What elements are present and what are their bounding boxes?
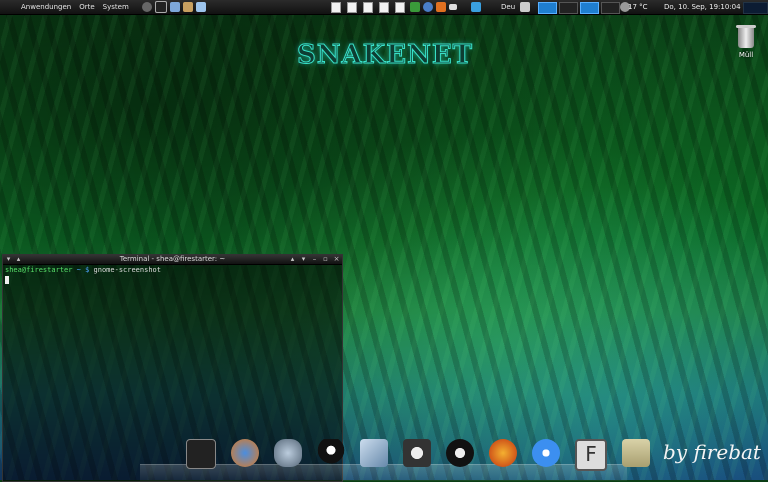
shade-icon[interactable]: ▴ [289,256,296,263]
maximize-icon[interactable]: ▫ [322,256,329,263]
network-icon[interactable] [410,2,420,12]
download-icon[interactable] [436,2,446,12]
workspace-4[interactable] [601,2,620,14]
weather-temp[interactable]: 17 °C [628,3,648,11]
trash-icon [736,25,756,48]
pidgin-icon[interactable] [274,439,302,467]
document-icon[interactable] [331,2,341,13]
folder-icon[interactable] [622,439,650,467]
keyboard-layout[interactable]: Deu [501,3,515,11]
minimize-icon[interactable]: – [311,256,318,263]
prompt-path: ~ [76,266,81,274]
printer-icon[interactable] [520,2,530,12]
thunderbird-icon[interactable] [231,439,259,467]
steam-icon[interactable] [446,439,474,467]
terminal-titlebar[interactable]: ▾ ▴ Terminal - shea@firestarter: ~ ▴ ▾ –… [3,255,342,265]
wallpaper-title: SNAKENET [296,40,474,71]
system-tray [407,2,481,12]
camera-icon[interactable] [403,439,431,467]
menu-applications[interactable]: Anwendungen [21,3,71,11]
unshade-icon[interactable]: ▾ [300,256,307,263]
dock: F [186,439,665,471]
terminal-app-icon[interactable] [186,439,216,469]
update-icon[interactable] [423,2,433,12]
document-icon[interactable] [395,2,405,13]
menu-system[interactable]: System [103,3,129,11]
blue-cube-icon[interactable] [471,2,481,12]
file-manager-icon[interactable] [169,2,180,12]
trash-label: Müll [738,51,754,59]
prompt-symbol: $ [85,266,90,274]
filezilla-icon[interactable]: F [575,439,607,471]
prompt-user: shea@firestarter [5,266,73,274]
trash-desktop-item[interactable]: Müll [735,25,757,59]
search-icon[interactable] [141,2,152,12]
terminal-command: gnome-screenshot [93,266,161,274]
battery-icon[interactable] [449,4,457,10]
tools-icon[interactable] [182,2,193,12]
inkscape-icon[interactable] [360,439,388,467]
workspace-3[interactable] [580,2,599,14]
document-icon[interactable] [363,2,373,13]
document-launchers [331,2,411,13]
menu-places[interactable]: Orte [79,3,94,11]
workspace-2[interactable] [559,2,578,14]
tux-icon[interactable] [317,439,345,467]
document-icon[interactable] [379,2,389,13]
document-icon[interactable] [347,2,357,13]
close-icon[interactable]: × [333,256,340,263]
system-monitor-graph[interactable] [743,2,768,14]
clock[interactable]: Do, 10. Sep, 19:10:04 [664,3,741,11]
package-icon[interactable] [195,2,206,12]
workspace-1[interactable] [538,2,557,14]
firefox-icon[interactable] [489,439,517,467]
workspace-switcher [538,2,622,14]
launcher-bar [139,1,206,13]
terminal-cursor [5,276,9,284]
terminal-icon[interactable] [154,1,167,13]
chat-icon[interactable] [532,439,560,467]
terminal-prompt-line[interactable]: shea@firestarter ~ $ gnome-screenshot [5,266,161,274]
wallpaper-signature: by firebat [663,440,761,464]
